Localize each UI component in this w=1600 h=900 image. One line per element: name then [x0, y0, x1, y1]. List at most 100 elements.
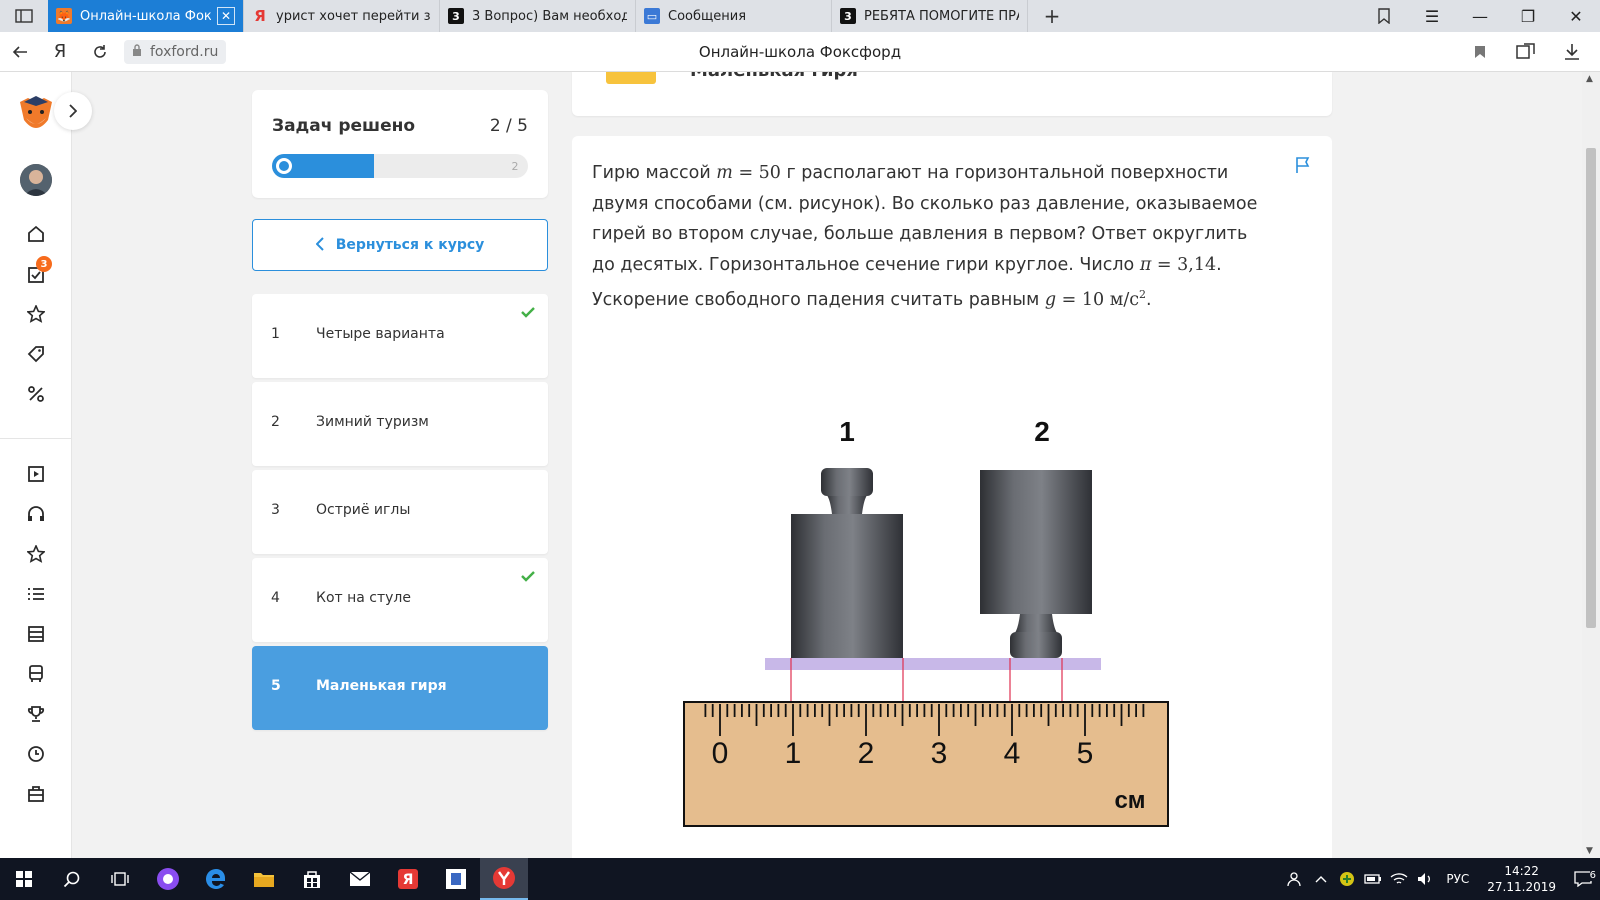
people-icon[interactable]	[1282, 871, 1308, 887]
list-icon[interactable]	[24, 582, 48, 606]
reload-icon[interactable]	[80, 32, 120, 72]
restore-icon[interactable]: ❐	[1504, 0, 1552, 32]
trophy-icon[interactable]	[24, 702, 48, 726]
task-item-3[interactable]: 3 Остриё иглы	[252, 470, 548, 554]
close-tab-icon[interactable]: ✕	[217, 7, 235, 25]
scroll-down-icon[interactable]: ▼	[1586, 846, 1593, 856]
tab-lawyer[interactable]: Я урист хочет перейти замё	[244, 0, 440, 32]
tab-help[interactable]: 3 РЕБЯТА ПОМОГИТЕ ПРАВ	[832, 0, 1028, 32]
store-icon[interactable]	[288, 858, 336, 900]
sidebar-divider	[0, 438, 72, 439]
task-name: Остриё иглы	[316, 502, 411, 518]
back-arrow-icon[interactable]	[0, 32, 40, 72]
task-number: 2	[271, 414, 280, 430]
tag-icon[interactable]	[24, 342, 48, 366]
task-item-2[interactable]: 2 Зимний туризм	[252, 382, 548, 466]
tab-title: РЕБЯТА ПОМОГИТЕ ПРАВ	[864, 8, 1019, 24]
tab-foxford[interactable]: 🦊 Онлайн-школа Фоксфорд ✕	[48, 0, 244, 32]
system-clock[interactable]: 14:22 27.11.2019	[1477, 863, 1566, 895]
percent-icon[interactable]	[24, 382, 48, 406]
back-to-course-button[interactable]: Вернуться к курсу	[252, 219, 548, 271]
weight-1-label: 1	[839, 416, 855, 447]
minimize-icon[interactable]: —	[1456, 0, 1504, 32]
weight-2-label: 2	[1034, 416, 1050, 447]
task-header-card: Маленькая гиря	[572, 72, 1332, 116]
task-name: Зимний туризм	[316, 414, 429, 430]
task-number: 4	[271, 590, 280, 606]
back-to-course-label: Вернуться к курсу	[335, 237, 485, 253]
progress-count: 2 / 5	[489, 116, 528, 136]
task-item-5[interactable]: 5 Маленькая гиря	[252, 646, 548, 730]
bus-icon[interactable]	[24, 662, 48, 686]
domain-text: foxford.ru	[150, 43, 219, 60]
bookmarks-icon[interactable]	[1360, 0, 1408, 32]
weight-2	[980, 470, 1092, 658]
windows-start-icon[interactable]	[0, 858, 48, 900]
windows-taskbar: Я РУС 14:22 27.11.2019 6	[0, 858, 1600, 900]
file-explorer-icon[interactable]	[240, 858, 288, 900]
expand-sidebar-icon[interactable]	[54, 92, 92, 130]
mail-icon[interactable]	[336, 858, 384, 900]
volume-icon[interactable]	[1412, 872, 1438, 886]
ruler-label-5: 5	[1077, 737, 1094, 770]
battery-icon[interactable]	[1360, 873, 1386, 885]
input-language[interactable]: РУС	[1438, 872, 1477, 886]
weights-figure: 1 2 0 1 2 3 4 5 см	[683, 416, 1169, 827]
progress-start-dot	[276, 158, 292, 174]
play-lesson-icon[interactable]	[24, 462, 48, 486]
menu-icon[interactable]: ☰	[1408, 0, 1456, 32]
task-view-icon[interactable]	[96, 858, 144, 900]
progress-title: Задач решено	[272, 116, 416, 136]
clock-time: 14:22	[1504, 864, 1539, 878]
weight-1	[791, 468, 903, 658]
yandex-logo-icon[interactable]: Я	[40, 32, 80, 72]
star-icon[interactable]	[24, 302, 48, 326]
edge-icon[interactable]	[192, 858, 240, 900]
user-avatar[interactable]	[20, 164, 52, 196]
history-icon[interactable]	[24, 742, 48, 766]
app-sidebar: 3	[0, 72, 92, 858]
download-icon[interactable]	[1552, 32, 1592, 72]
scrollbar-thumb[interactable]	[1586, 148, 1596, 628]
tab-messages[interactable]: ▭ Сообщения	[636, 0, 832, 32]
yandex-browser-icon[interactable]	[480, 858, 528, 900]
headphones-icon[interactable]	[24, 502, 48, 526]
page-scrollbar[interactable]: ▲ ▼	[1582, 72, 1600, 858]
foxford-logo-icon[interactable]	[18, 96, 54, 136]
vk-app-icon[interactable]	[432, 858, 480, 900]
briefcase-icon[interactable]	[24, 782, 48, 806]
task-item-1[interactable]: 1 Четыре варианта	[252, 294, 548, 378]
chevron-left-icon	[315, 236, 324, 255]
security-status-icon[interactable]	[1334, 871, 1360, 887]
library-icon[interactable]	[24, 622, 48, 646]
task-number: 3	[271, 502, 280, 518]
znanija-favicon-icon: 3	[448, 8, 464, 24]
wifi-icon[interactable]	[1386, 872, 1412, 886]
check-icon	[520, 304, 536, 320]
tasks-icon[interactable]: 3	[24, 256, 52, 286]
fox-favicon-icon: 🦊	[56, 8, 72, 24]
tab-strip: 🦊 Онлайн-школа Фоксфорд ✕ Я урист хочет …	[0, 0, 1600, 32]
scroll-up-icon[interactable]: ▲	[1586, 74, 1593, 84]
report-flag-icon[interactable]	[1294, 156, 1312, 174]
ruler-label-4: 4	[1004, 737, 1021, 770]
favorites-star-icon[interactable]	[24, 542, 48, 566]
check-icon	[520, 568, 536, 584]
search-icon[interactable]	[48, 858, 96, 900]
protect-icon[interactable]	[1506, 32, 1546, 72]
chevron-up-icon[interactable]	[1308, 875, 1334, 883]
domain-chip[interactable]: foxford.ru	[124, 39, 227, 64]
alice-icon[interactable]	[144, 858, 192, 900]
task-name: Четыре варианта	[316, 326, 445, 342]
yandex-app-icon[interactable]: Я	[384, 858, 432, 900]
task-number: 5	[271, 678, 281, 694]
notifications-icon[interactable]: 6	[1566, 870, 1600, 887]
bookmark-flag-icon[interactable]	[1460, 32, 1500, 72]
new-tab-icon[interactable]: +	[1028, 0, 1076, 32]
close-window-icon[interactable]: ✕	[1552, 0, 1600, 32]
task-item-4[interactable]: 4 Кот на стуле	[252, 558, 548, 642]
tasks-badge: 3	[36, 256, 52, 272]
tab-question[interactable]: 3 3 Вопрос) Вам необходим	[440, 0, 636, 32]
home-icon[interactable]	[24, 222, 48, 246]
tab-list-icon[interactable]	[0, 0, 48, 32]
